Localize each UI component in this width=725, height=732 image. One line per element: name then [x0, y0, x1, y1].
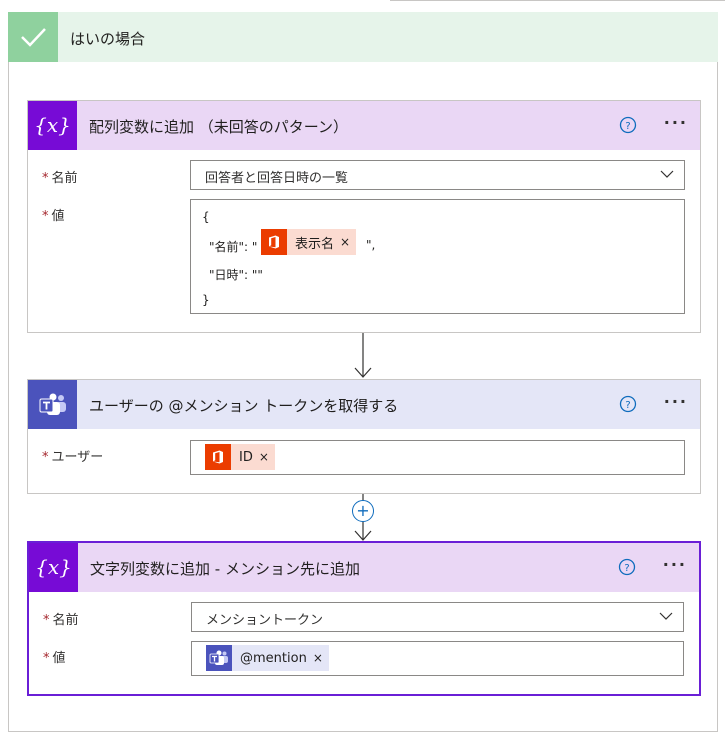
code-name-key: "名前": "	[209, 240, 258, 254]
svg-text:?: ?	[625, 400, 630, 411]
token-label: 表示名	[295, 236, 335, 252]
code-open-brace: {	[202, 210, 210, 224]
svg-text:?: ?	[625, 121, 630, 132]
name-select[interactable]: メンショントークン	[191, 602, 684, 632]
card-header[interactable]: {x} 配列変数に追加 （未回答のパターン） ? ···	[28, 101, 700, 150]
more-options-icon[interactable]: ···	[664, 392, 688, 411]
card-header[interactable]: ユーザーの @メンション トークンを取得する ? ···	[28, 380, 700, 429]
svg-text:{x}: {x}	[34, 113, 71, 137]
svg-text:?: ?	[624, 563, 629, 574]
name-select-value: メンショントークン	[206, 613, 324, 628]
add-step-button[interactable]: +	[352, 500, 374, 522]
help-icon[interactable]: ?	[618, 558, 636, 576]
code-date-key: "日時": ""	[209, 268, 263, 282]
svg-text:{x}: {x}	[35, 555, 72, 579]
branch-header[interactable]: はいの場合	[8, 12, 718, 62]
chevron-down-icon	[659, 612, 673, 620]
teams-icon	[28, 380, 77, 429]
token-display-name[interactable]: 表示名 ×	[261, 229, 357, 255]
flow-arrow-icon	[354, 333, 372, 378]
top-divider	[390, 0, 725, 1]
help-icon[interactable]: ?	[619, 395, 637, 413]
value-label: * 値	[43, 651, 66, 666]
branch-title: はいの場合	[70, 30, 146, 48]
card-header[interactable]: {x} 文字列変数に追加 - メンション先に追加 ? ···	[29, 543, 699, 592]
value-label: * 値	[42, 209, 65, 224]
name-select-value: 回答者と回答日時の一覧	[205, 171, 349, 186]
teams-icon	[206, 645, 232, 671]
token-label: @mention	[240, 650, 307, 666]
variable-icon: {x}	[29, 543, 78, 592]
action-card-append-string[interactable]: {x} 文字列変数に追加 - メンション先に追加 ? ··· * 名前 メンション…	[27, 541, 701, 696]
token-mention[interactable]: @mention ×	[206, 645, 329, 671]
name-select[interactable]: 回答者と回答日時の一覧	[190, 160, 685, 190]
value-input[interactable]: @mention ×	[191, 641, 684, 676]
card-title: 文字列変数に追加 - メンション先に追加	[90, 560, 360, 578]
card-title: ユーザーの @メンション トークンを取得する	[89, 397, 399, 415]
more-options-icon[interactable]: ···	[664, 113, 688, 132]
action-card-get-mention[interactable]: ユーザーの @メンション トークンを取得する ? ··· * ユーザー ID ×	[27, 379, 701, 494]
value-input[interactable]: { "名前": " 表示名 × ", "日時": "" }	[190, 199, 685, 314]
name-label: * 名前	[43, 613, 79, 628]
office-icon	[205, 444, 231, 470]
branch-title-bar	[58, 12, 718, 62]
token-id[interactable]: ID ×	[205, 444, 275, 470]
code-close-brace: }	[202, 293, 210, 307]
remove-token-icon[interactable]: ×	[340, 235, 350, 249]
code-comma: ",	[366, 238, 376, 252]
action-card-append-array[interactable]: {x} 配列変数に追加 （未回答のパターン） ? ··· * 名前 回答者と回答日…	[27, 100, 701, 333]
office-icon	[261, 229, 287, 255]
remove-token-icon[interactable]: ×	[313, 651, 323, 665]
remove-token-icon[interactable]: ×	[259, 450, 269, 464]
help-icon[interactable]: ?	[619, 116, 637, 134]
more-options-icon[interactable]: ···	[663, 555, 687, 574]
checkmark-icon	[8, 12, 58, 62]
chevron-down-icon	[660, 170, 674, 178]
user-input[interactable]: ID ×	[190, 440, 685, 475]
token-label: ID	[239, 449, 253, 465]
card-title: 配列変数に追加 （未回答のパターン）	[89, 118, 349, 136]
variable-icon: {x}	[28, 101, 77, 150]
user-label: * ユーザー	[42, 450, 104, 465]
name-label: * 名前	[42, 171, 78, 186]
